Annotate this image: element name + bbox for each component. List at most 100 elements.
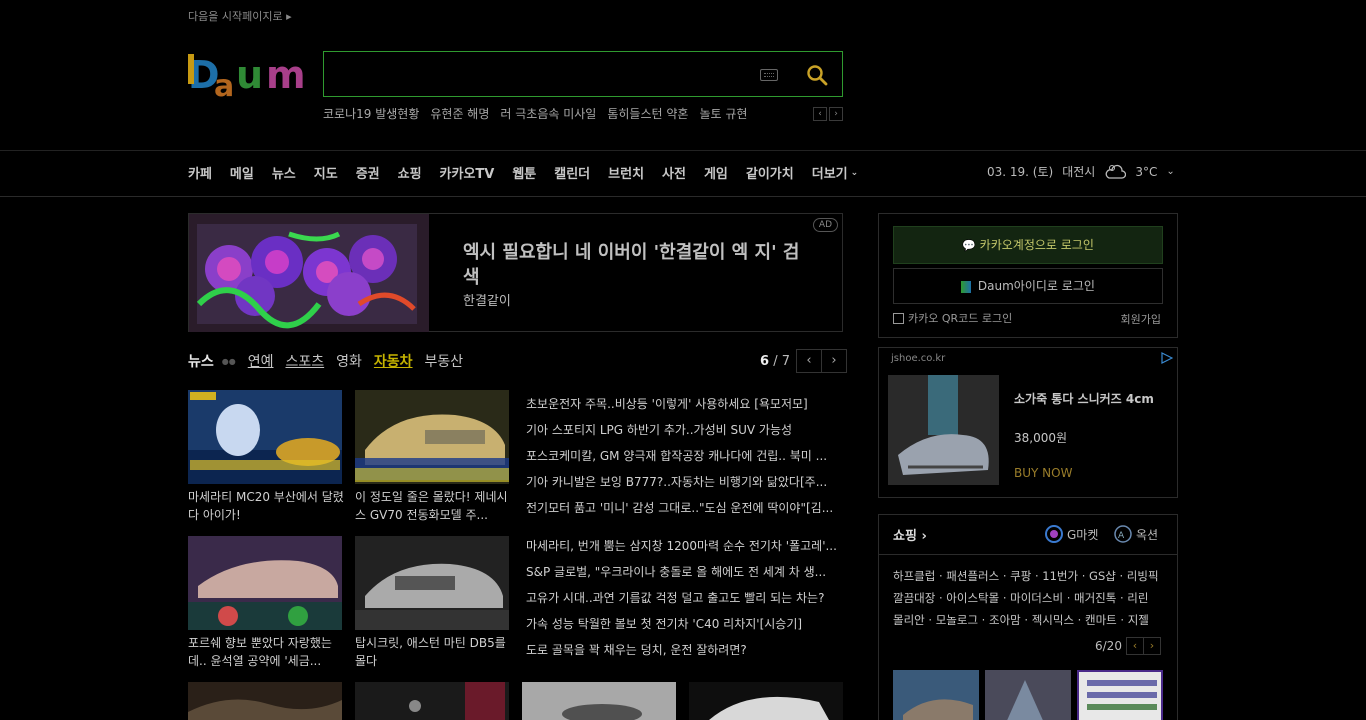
next-arrow-icon[interactable]: › <box>829 107 843 121</box>
trend-keyword[interactable]: 톰히들스턴 약혼 <box>607 105 688 123</box>
nav-item-kakaotv[interactable]: 카카오TV <box>440 163 495 182</box>
auction-icon: A <box>1114 525 1132 543</box>
news-paging: 6 / 7 ‹ › <box>760 349 847 373</box>
qr-login-label: 카카오 QR코드 로그인 <box>908 312 1013 325</box>
shopping-thumbnail[interactable] <box>1077 670 1163 720</box>
ad-domain: jshoe.co.kr <box>891 353 946 364</box>
news-caption[interactable]: 마세라티 MC20 부산에서 달렸다 아이가! <box>188 488 344 524</box>
shopping-thumbnail[interactable] <box>985 670 1071 720</box>
trend-keyword[interactable]: 러 극초음속 미사일 <box>500 105 596 123</box>
news-headline[interactable]: 초보운전자 주목..비상등 '이렇게' 사용하세요 [욕모저모] <box>526 391 840 417</box>
brand-row[interactable]: 하프클럽 · 패션플러스 · 쿠팡 · 11번가 · GS샵 · 리빙픽 <box>893 565 1169 587</box>
news-caption[interactable]: 탑시크릿, 애스턴 마틴 DB5를 몰다 <box>355 634 511 670</box>
nav-item-mail[interactable]: 메일 <box>230 163 254 182</box>
next-page-button[interactable]: › <box>1142 637 1161 655</box>
nav-item-calendar[interactable]: 캘린더 <box>554 163 590 182</box>
brand-row[interactable]: 몰리안 · 모놀로그 · 조아맘 · 젝시믹스 · 캔마트 · 지젤 <box>893 609 1169 631</box>
shopping-section: 쇼핑 › G마켓 A 옥션 하프클럽 · 패션플러스 · 쿠팡 · 11번가 ·… <box>878 514 1178 720</box>
product-ad[interactable]: jshoe.co.kr 소가죽 통다 스니커즈 4cm 38,000원 BUY … <box>878 347 1178 498</box>
gmarket-label: G마켓 <box>1067 527 1099 542</box>
nav-item-stock[interactable]: 증권 <box>356 163 380 182</box>
news-caption[interactable]: 포르쉐 향보 뿐았다 자랑했는데.. 윤석열 공약에 '세금... <box>188 634 344 670</box>
set-start-page-link[interactable]: 다음을 시작페이지로 ▸ <box>188 8 292 24</box>
brand-row[interactable]: 깔끔대장 · 아이스탁몰 · 마이더스비 · 매거진톡 · 리린 <box>893 587 1169 609</box>
prev-arrow-icon[interactable]: ‹ <box>813 107 827 121</box>
news-thumbnail[interactable] <box>522 682 676 720</box>
nav-item-shopping[interactable]: 쇼핑 <box>398 163 422 182</box>
search-icon[interactable] <box>806 64 828 86</box>
news-headline[interactable]: 고유가 시대..과연 기름값 걱정 덜고 출고도 빨리 되는 차는? <box>526 585 840 611</box>
news-headline[interactable]: 가속 성능 탁월한 볼보 첫 전기차 'C40 리차지'[시승기] <box>526 611 840 637</box>
auction-link[interactable]: A 옥션 <box>1114 525 1158 543</box>
nav-item-game[interactable]: 게임 <box>704 163 728 182</box>
chevron-down-icon[interactable]: ⌄ <box>1166 166 1174 177</box>
news-thumbnail <box>355 536 509 630</box>
news-headline[interactable]: 포스코케미칼, GM 양극재 합작공장 캐나다에 건립.. 북미 ... <box>526 443 840 469</box>
kakao-login-button[interactable]: 💬 카카오계정으로 로그인 <box>893 226 1163 264</box>
date-text: 03. 19. (토) <box>987 165 1054 179</box>
news-thumbnail <box>188 536 342 630</box>
shopping-title[interactable]: 쇼핑 › <box>893 525 927 544</box>
news-card[interactable]: 마세라티 MC20 부산에서 달렸다 아이가! <box>188 390 344 524</box>
shopping-thumbnail[interactable] <box>893 670 979 720</box>
search-input[interactable] <box>334 60 744 88</box>
auction-label: 옥션 <box>1136 527 1159 542</box>
qr-login-link[interactable]: 카카오 QR코드 로그인 <box>893 310 1012 326</box>
tab-entertainment[interactable]: 연예 <box>248 351 274 371</box>
trend-keyword[interactable]: 유현준 해명 <box>430 105 489 123</box>
news-headline[interactable]: 도로 골목을 꽉 채우는 덩치, 운전 잘하려면? <box>526 637 840 663</box>
svg-text:A: A <box>1118 531 1125 541</box>
nav-item-dictionary[interactable]: 사전 <box>662 163 686 182</box>
trend-keyword[interactable]: 놀토 규현 <box>699 105 747 123</box>
product-name[interactable]: 소가죽 통다 스니커즈 4cm <box>1014 390 1154 407</box>
buy-now-button[interactable]: BUY NOW <box>1014 466 1072 480</box>
news-card[interactable]: 포르쉐 향보 뿐았다 자랑했는데.. 윤석열 공약에 '세금... <box>188 536 344 670</box>
prev-page-button[interactable]: ‹ <box>795 349 822 373</box>
signup-link[interactable]: 회원가입 <box>1121 311 1161 327</box>
nav-item-webtoon[interactable]: 웹툰 <box>512 163 536 182</box>
adchoices-icon[interactable] <box>1161 352 1173 364</box>
nav-more-button[interactable]: 더보기 ⌄ <box>812 163 858 182</box>
tab-auto[interactable]: 자동차 <box>374 351 413 371</box>
news-headline[interactable]: S&P 글로벌, "우크라이나 충돌로 올 해에도 전 세계 차 생... <box>526 559 840 585</box>
daum-login-button[interactable]: Daum아이디로 로그인 <box>893 268 1163 304</box>
news-thumbnail[interactable] <box>188 682 342 720</box>
keyboard-icon[interactable] <box>760 69 778 81</box>
global-nav: 카페 메일 뉴스 지도 증권 쇼핑 카카오TV 웹툰 캘린더 브런치 사전 게임… <box>188 163 858 182</box>
news-card[interactable]: 탑시크릿, 애스턴 마틴 DB5를 몰다 <box>355 536 511 670</box>
ad-title[interactable]: 엑시 필요합니 네 이버이 '한결같이 엑 지' 검색 <box>463 240 813 290</box>
ad-banner[interactable]: 엑시 필요합니 네 이버이 '한결같이 엑 지' 검색 한결같이 AD <box>188 213 843 332</box>
prev-page-button[interactable]: ‹ <box>1125 637 1144 655</box>
gmarket-link[interactable]: G마켓 <box>1045 525 1098 543</box>
next-page-button[interactable]: › <box>820 349 847 373</box>
search-box[interactable] <box>323 51 843 97</box>
weather-widget[interactable]: 03. 19. (토) 대전시 3°C ⌄ <box>987 163 1175 180</box>
news-headline[interactable]: 기아 스포티지 LPG 하반기 추가..가성비 SUV 가능성 <box>526 417 840 443</box>
nav-item-brunch[interactable]: 브런치 <box>608 163 644 182</box>
qr-code-icon <box>893 312 904 324</box>
tab-news[interactable]: 뉴스 <box>188 351 214 371</box>
trend-keyword[interactable]: 코로나19 발생현황 <box>323 105 419 123</box>
daum-logo[interactable]: D a u m <box>188 50 306 98</box>
nav-item-news[interactable]: 뉴스 <box>272 163 296 182</box>
news-thumbnail[interactable] <box>355 682 509 720</box>
news-thumbnail[interactable] <box>689 682 843 720</box>
trending-keywords: 코로나19 발생현황 유현준 해명 러 극초음속 미사일 톰히들스턴 약혼 놀토… <box>323 105 747 123</box>
divider <box>879 554 1177 555</box>
news-card[interactable]: 이 정도일 줄은 몰랐다! 제네시스 GV70 전동화모델 주... <box>355 390 511 524</box>
nav-item-cafe[interactable]: 카페 <box>188 163 212 182</box>
tab-realestate[interactable]: 부동산 <box>425 351 464 371</box>
kakao-login-label: 카카오계정으로 로그인 <box>979 238 1094 252</box>
nav-item-map[interactable]: 지도 <box>314 163 338 182</box>
dots-separator: ●● <box>221 356 236 366</box>
login-box: 💬 카카오계정으로 로그인 Daum아이디로 로그인 카카오 QR코드 로그인 … <box>878 213 1178 338</box>
news-caption[interactable]: 이 정도일 줄은 몰랐다! 제네시스 GV70 전동화모델 주... <box>355 488 511 524</box>
chevron-down-icon: ⌄ <box>850 167 859 178</box>
tab-sports[interactable]: 스포츠 <box>286 351 325 371</box>
news-headline[interactable]: 기아 카니발은 보잉 B777?..자동차는 비행기와 닮았다[주... <box>526 469 840 495</box>
news-headline[interactable]: 마세라티, 번개 뿜는 삼지창 1200마력 순수 전기차 '폴고레'... <box>526 533 840 559</box>
news-headline[interactable]: 전기모터 품고 '미니' 감성 그대로.."도심 운전에 딱이야"[김... <box>526 495 840 521</box>
nav-item-together[interactable]: 같이가치 <box>746 163 794 182</box>
ad-badge: AD <box>812 218 838 232</box>
tab-movie[interactable]: 영화 <box>336 351 362 371</box>
